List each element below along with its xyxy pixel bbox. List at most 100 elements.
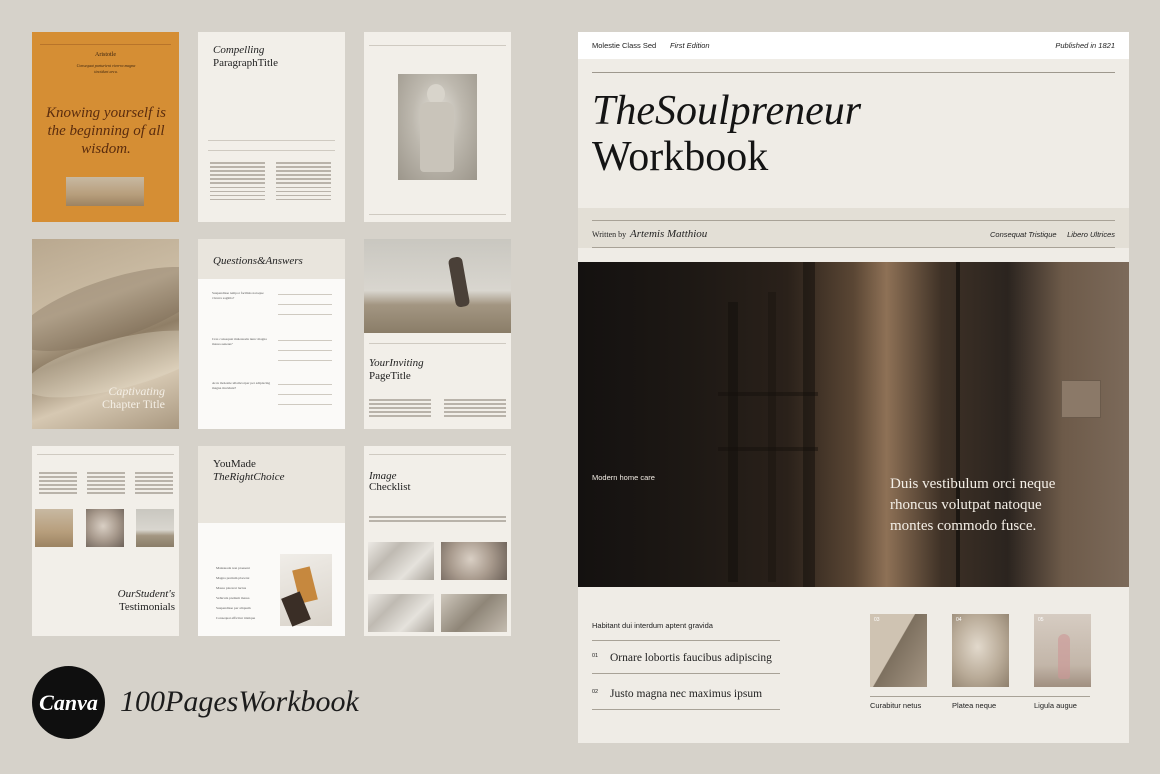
page-thumb-quote[interactable]: Aristotle Consequat parturient viverra m…: [32, 32, 179, 222]
divider: [40, 44, 171, 45]
checklist-photo: [441, 594, 507, 632]
workbook-cover-page: Molestie Class Sed First Edition Publish…: [578, 32, 1129, 743]
divider: [369, 214, 506, 215]
answer-line: [278, 394, 332, 395]
gallery-photo-2: 04: [952, 614, 1009, 687]
text-block: [369, 516, 506, 524]
canva-logo: Canva: [32, 666, 105, 739]
divider: [369, 343, 506, 344]
divider: [592, 640, 780, 641]
thumb-title-line1: YourInviting: [369, 357, 424, 369]
thumb-title-line1: Compelling: [213, 44, 265, 56]
choice-item: Magna pretium placerat: [216, 576, 250, 580]
byline-band: Written by Artemis Matthiou Consequat Tr…: [578, 208, 1129, 248]
divider: [592, 709, 780, 710]
list-item-2-text: Justo magna nec maximus ipsum: [610, 688, 763, 700]
thumb-title-line1: YouMade: [213, 458, 256, 470]
list-item-1-text: Ornare lobortis faucibus adipiscing: [610, 652, 772, 664]
gallery-number-1: 03: [874, 617, 880, 623]
hero-photo: Modern home care Duis vestibulum orci ne…: [578, 262, 1129, 587]
text-column: [135, 472, 173, 497]
quote-author: Aristotle: [95, 52, 116, 58]
student-photo: [136, 509, 174, 547]
quote-photo: [66, 177, 144, 206]
quote-subtitle: Consequat parturient viverra magna tinci…: [76, 63, 136, 74]
gallery-photo-1: 03: [870, 614, 927, 687]
student-photo: [86, 509, 124, 547]
light-switch: [1061, 380, 1101, 418]
divider: [208, 140, 335, 141]
list-item-1-number: 01: [592, 653, 599, 659]
gallery-caption-2: Platea neque: [952, 701, 997, 710]
header-left: Molestie Class Sed: [592, 41, 657, 50]
list-item-2-number: 02: [592, 689, 599, 695]
hero-quote-line1: Duis vestibulum orci neque: [890, 476, 1056, 492]
divider: [592, 673, 780, 674]
choice-item: Consequat efficitur tristique: [216, 616, 256, 620]
checklist-photo: [368, 542, 434, 580]
checklist-photo: [441, 542, 507, 580]
header-right: Published in 1821: [1055, 41, 1115, 50]
quote-text: Knowing yourself is the beginning of all…: [46, 105, 167, 157]
divider: [592, 220, 1115, 221]
thumb-title-line2: ParagraphTitle: [213, 57, 278, 69]
answer-line: [278, 304, 332, 305]
text-column: [369, 399, 431, 419]
hero-quote-line3: montes commodo fusce.: [890, 518, 1037, 534]
divider: [369, 45, 506, 46]
byline-right-2: Libero Ultrices: [1067, 230, 1115, 239]
divider: [369, 454, 506, 455]
hero-quote-line2: rhoncus volutpat natoque: [890, 497, 1042, 513]
thumb-title-line2: Testimonials: [118, 601, 175, 613]
answer-line: [278, 294, 332, 295]
answer-line: [278, 350, 332, 351]
divider: [870, 696, 1090, 697]
text-column: [210, 162, 265, 203]
thumb-title-line2: TheRightChoice: [213, 471, 285, 483]
page-thumb-checklist[interactable]: Image Checklist: [364, 446, 511, 636]
page-thumb-inviting[interactable]: YourInviting PageTitle: [364, 239, 511, 429]
qa-question-1: Suspendisse tempor facilisis natoque viv…: [212, 291, 264, 300]
cover-title-line1: TheSoulpreneur: [592, 88, 862, 134]
tagline: 100PagesWorkbook: [120, 685, 359, 718]
author-name: Artemis Matthiou: [630, 228, 708, 240]
thumb-title-line2: Checklist: [369, 481, 411, 493]
text-column: [276, 162, 331, 203]
answer-line: [278, 340, 332, 341]
text-column: [39, 472, 77, 497]
student-photo: [35, 509, 73, 547]
cover-header: Molestie Class Sed First Edition Publish…: [578, 32, 1129, 59]
choice-item: Suspendisse per aliquam: [216, 606, 251, 610]
cover-title-line2: Workbook: [592, 134, 769, 180]
gallery-photo-3: 05: [1034, 614, 1091, 687]
choice-item: Massa placerat luctus: [216, 586, 247, 590]
answer-line: [278, 404, 332, 405]
checklist-photo: [368, 594, 434, 632]
page-thumb-qa[interactable]: Questions&Answers Suspendisse tempor fac…: [198, 239, 345, 429]
page-thumb-statue[interactable]: [364, 32, 511, 222]
qa-question-2: Cras consequat malesuada nunc magna mass…: [212, 337, 267, 346]
gallery-number-2: 04: [956, 617, 962, 623]
gallery-caption-1: Curabitur netus: [870, 701, 922, 710]
header-mid: First Edition: [670, 41, 710, 50]
written-by-label: Written by: [592, 230, 627, 239]
page-thumb-testimonials[interactable]: OurStudent's Testimonials: [32, 446, 179, 636]
page-thumb-choice[interactable]: YouMade TheRightChoice Malesuada non pra…: [198, 446, 345, 636]
product-photo: [280, 554, 332, 627]
page-thumb-paragraph[interactable]: Compelling ParagraphTitle: [198, 32, 345, 222]
divider: [37, 454, 174, 455]
statue-photo: [398, 74, 477, 180]
page-thumb-chapter[interactable]: Captivating Chapter Title: [32, 239, 179, 429]
answer-line: [278, 314, 332, 315]
divider: [208, 150, 335, 151]
gallery-caption-3: Ligula augue: [1034, 701, 1077, 710]
choice-item: Vehicula pretium massa: [216, 596, 250, 600]
answer-line: [278, 384, 332, 385]
divider: [592, 247, 1115, 248]
byline-right-1: Consequat Tristique: [990, 230, 1057, 239]
qa-title: Questions&Answers: [213, 255, 303, 267]
runner-photo: [364, 239, 511, 333]
chapter-title-line2: Chapter Title: [101, 397, 165, 411]
qa-question-3: Arcu molestie ullamcorper per adipiscing…: [212, 381, 271, 390]
gallery-number-3: 05: [1038, 617, 1044, 623]
